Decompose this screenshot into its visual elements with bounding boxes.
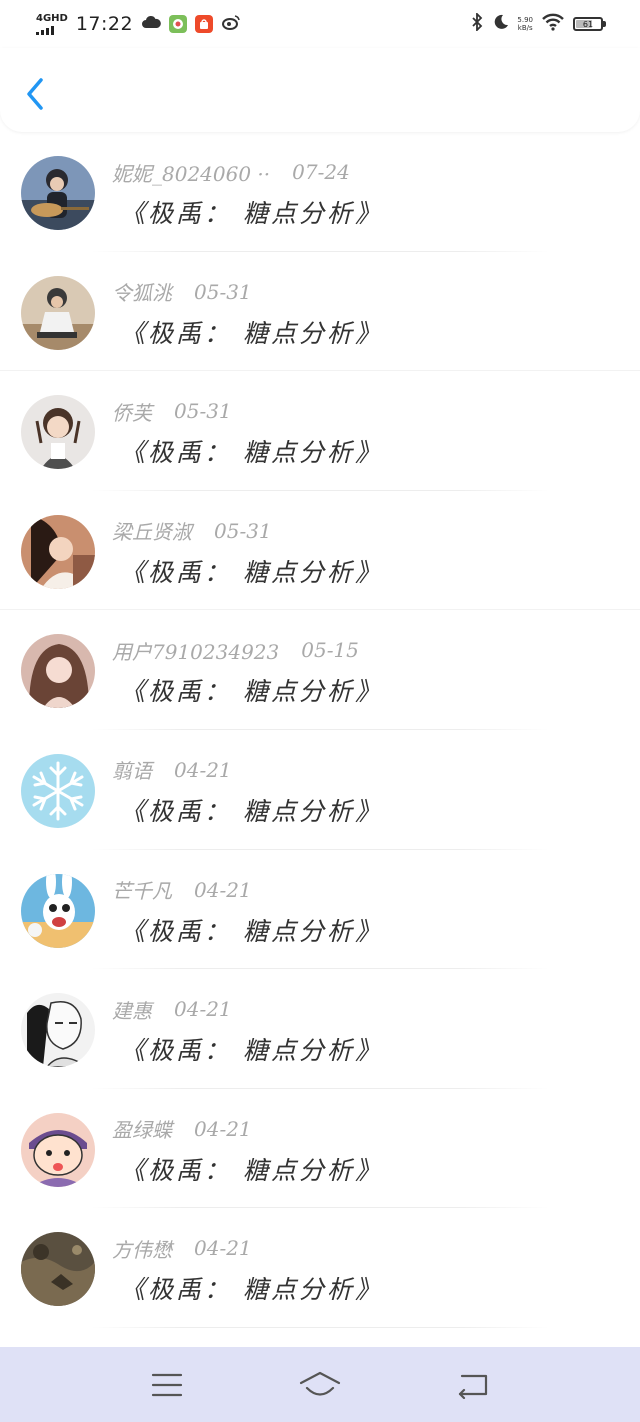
list-item[interactable]: 令狐洮 05-31 《极禹： 糖点分析》 [0,252,640,372]
list-item[interactable]: 翦语 04-21 《极禹： 糖点分析》 [0,730,640,850]
avatar[interactable] [21,1112,95,1187]
avatar[interactable] [21,514,95,589]
avatar[interactable] [21,753,95,828]
back-nav-button[interactable] [448,1365,498,1405]
comment-text: 《极禹： 糖点分析》 [120,318,383,348]
username[interactable]: 用户7910234923 [112,636,279,665]
username[interactable]: 侨芙 [112,397,152,426]
home-button[interactable] [295,1365,345,1405]
list-item[interactable]: 建惠 04-21 《极禹： 糖点分析》 [0,969,640,1089]
game-app-icon [169,15,188,33]
moon-icon [491,13,509,35]
network-speed-value: 5.90 [517,16,533,24]
comment-date: 05-15 [301,638,359,663]
avatar[interactable] [21,395,95,470]
comment-meta: 翦语 04-21 [112,755,232,784]
comment-meta: 梁丘贤淑 05-31 [112,516,272,545]
avatar[interactable] [21,156,95,230]
username[interactable]: 建惠 [112,995,152,1024]
wifi-icon [541,13,565,35]
comment-text: 《极禹： 糖点分析》 [120,677,383,707]
avatar[interactable] [21,993,95,1068]
network-indicator: 4GHD [36,12,68,35]
username[interactable]: 妮妮_8024060 ·· [112,158,270,187]
comment-meta: 盈绿蝶 04-21 [112,1114,252,1143]
comment-meta: 令狐洮 05-31 [112,277,252,306]
battery-level: 61 [582,19,594,29]
comment-meta: 侨芙 05-31 [112,397,232,426]
comment-date: 05-31 [194,279,252,304]
username[interactable]: 盈绿蝶 [112,1114,172,1143]
comment-text: 《极禹： 糖点分析》 [120,1275,383,1305]
list-item[interactable]: 妮妮_8024060 ·· 07-24 《极禹： 糖点分析》 [0,132,640,252]
username[interactable]: 令狐洮 [112,277,172,306]
comment-date: 04-21 [194,877,252,902]
avatar[interactable] [21,275,95,350]
avatar[interactable] [21,1232,95,1307]
status-bar-right: 5.90 kB/s 61 [471,11,606,35]
header [0,48,640,132]
divider [90,1326,550,1328]
back-icon [459,1374,488,1399]
menu-icon [151,1373,182,1396]
username[interactable]: 芒千凡 [112,875,172,904]
comment-date: 04-21 [194,1116,252,1141]
comment-date: 04-21 [194,1236,252,1261]
status-bar: 4GHD 17:22 5.90 kB/s 61 [0,0,640,48]
comment-meta: 芒千凡 04-21 [112,875,252,904]
list-item[interactable]: 用户7910234923 05-15 《极禹： 糖点分析》 [0,610,640,730]
avatar[interactable] [21,873,95,948]
username[interactable]: 方伟懋 [112,1234,172,1263]
comment-text: 《极禹： 糖点分析》 [120,916,383,946]
comment-date: 04-21 [174,997,232,1022]
weibo-icon [221,14,241,34]
comment-meta: 建惠 04-21 [112,995,232,1024]
list-item[interactable]: 芒千凡 04-21 《极禹： 糖点分析》 [0,850,640,970]
network-speed-unit: kB/s [517,24,533,32]
clock: 17:22 [75,13,134,35]
list-item[interactable]: 梁丘贤淑 05-31 《极禹： 糖点分析》 [0,491,640,611]
list-item[interactable]: 方伟懋 04-21 《极禹： 糖点分析》 [0,1208,640,1328]
comment-meta: 妮妮_8024060 ·· 07-24 [112,158,350,187]
comment-date: 05-31 [174,399,232,424]
comment-list: 妮妮_8024060 ·· 07-24 《极禹： 糖点分析》 令狐洮 05-31… [0,132,640,1328]
comment-text: 《极禹： 糖点分析》 [120,1155,383,1185]
comment-date: 04-21 [174,757,232,782]
username[interactable]: 梁丘贤淑 [112,516,192,545]
home-icon [299,1371,341,1396]
battery-icon: 61 [573,17,606,31]
comment-text: 《极禹： 糖点分析》 [120,1036,383,1066]
comment-text: 《极禹： 糖点分析》 [120,796,383,826]
comment-text: 《极禹： 糖点分析》 [120,438,383,468]
cloud-icon [141,14,161,34]
comment-date: 05-31 [214,518,272,543]
back-button[interactable] [22,74,50,114]
shopping-app-icon [195,15,214,33]
list-item[interactable]: 侨芙 05-31 《极禹： 糖点分析》 [0,371,640,491]
menu-button[interactable] [142,1365,192,1405]
comment-meta: 方伟懋 04-21 [112,1234,252,1263]
comment-meta: 用户7910234923 05-15 [112,636,359,665]
comment-text: 《极禹： 糖点分析》 [120,199,383,228]
username[interactable]: 翦语 [112,755,152,784]
avatar[interactable] [21,634,95,709]
network-type: 4GHD [36,12,68,24]
comment-date: 07-24 [292,160,350,184]
comment-text: 《极禹： 糖点分析》 [120,557,383,587]
status-bar-left: 4GHD 17:22 [36,13,241,35]
system-nav-bar [0,1347,640,1422]
chevron-left-icon [27,78,43,110]
list-item[interactable]: 盈绿蝶 04-21 《极禹： 糖点分析》 [0,1089,640,1209]
bluetooth-icon [471,11,483,35]
signal-icon [36,25,54,35]
network-speed: 5.90 kB/s [517,16,533,32]
